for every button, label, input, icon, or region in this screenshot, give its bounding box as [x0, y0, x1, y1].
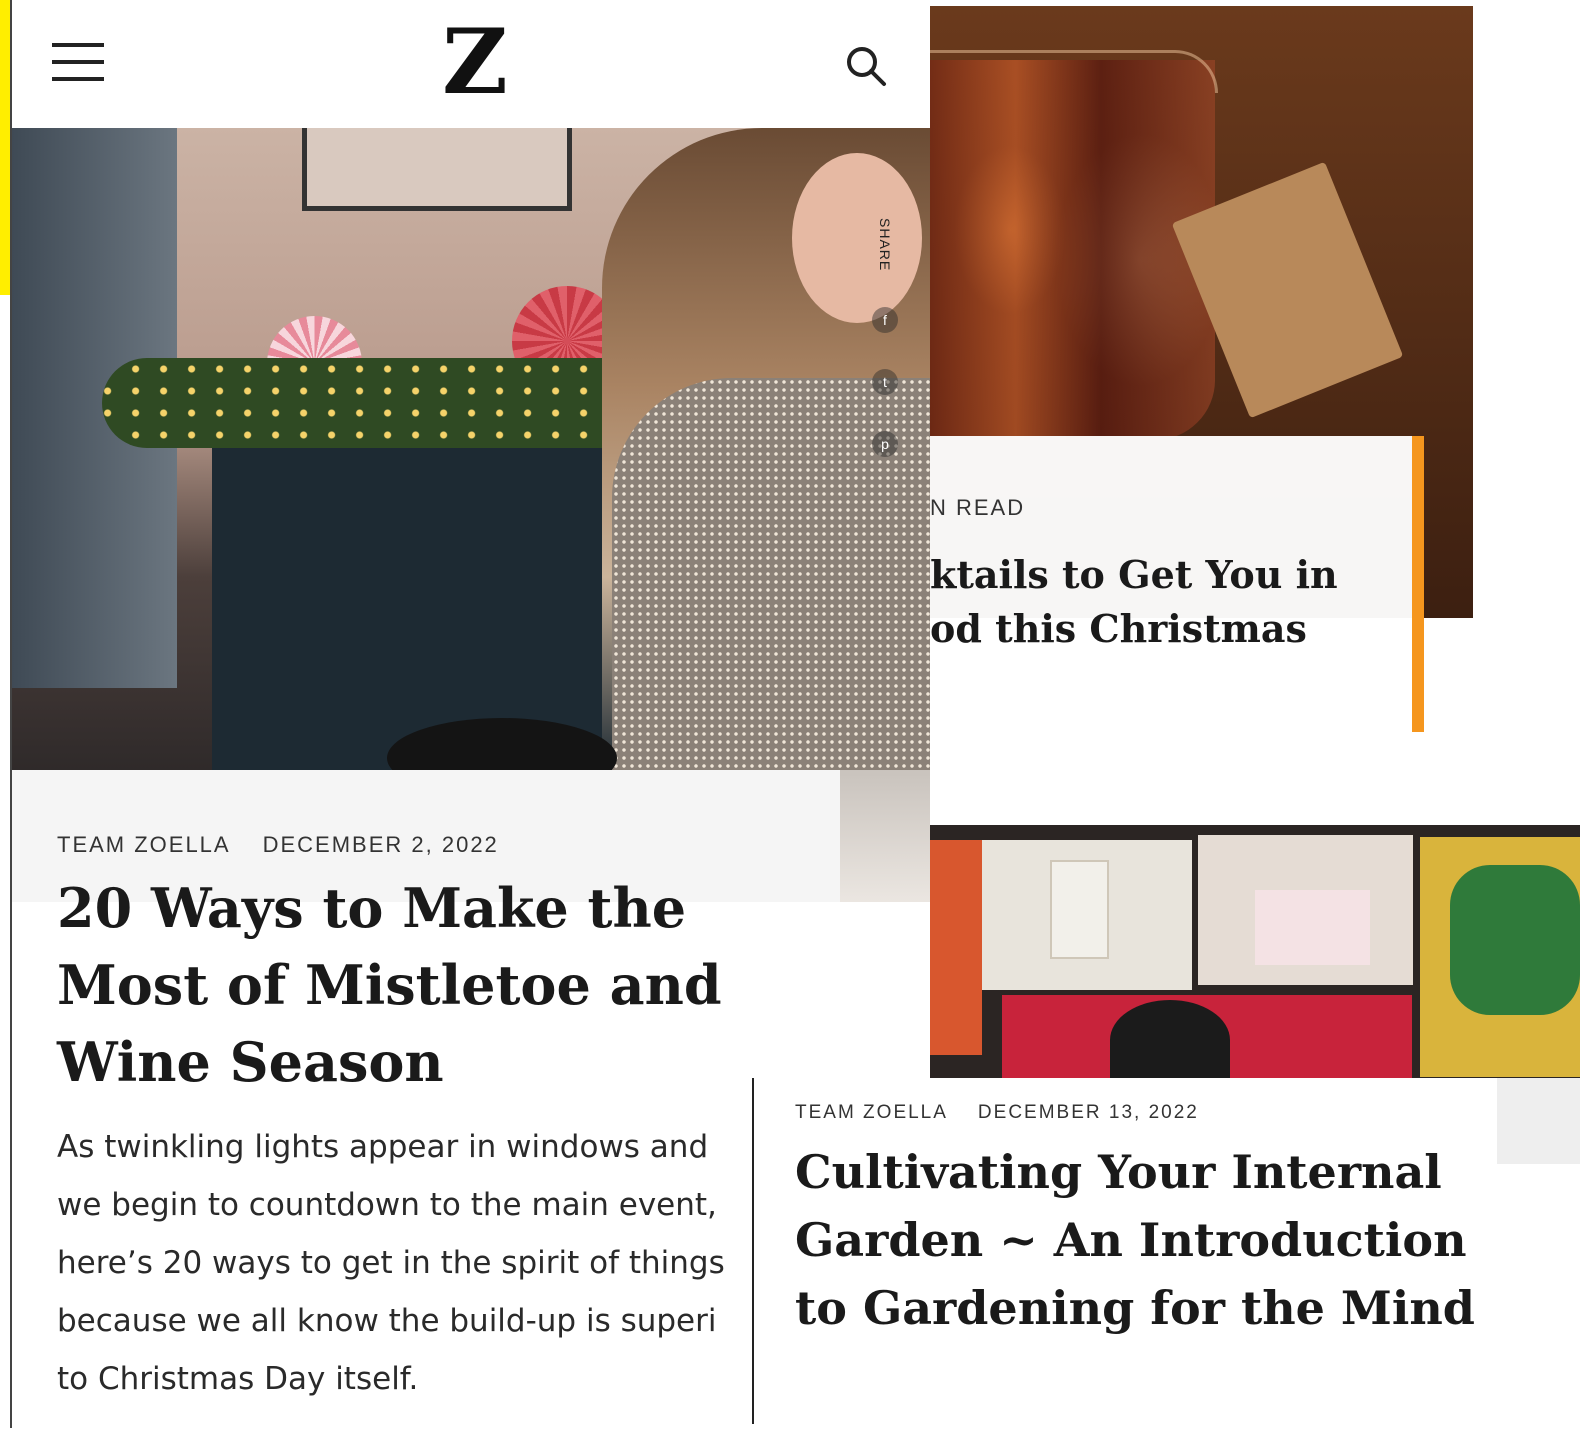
site-logo[interactable]: Z	[440, 12, 510, 112]
hamburger-menu-icon[interactable]	[52, 43, 104, 83]
search-icon[interactable]	[842, 42, 890, 90]
garden-article-author[interactable]: TEAM ZOELLA	[795, 1102, 948, 1124]
garden-card-shadow	[1497, 1078, 1580, 1164]
cocktail-glass-graphic	[930, 60, 1215, 440]
pinterest-icon[interactable]: p	[872, 431, 898, 458]
fireplace-graphic	[212, 438, 632, 770]
facebook-icon[interactable]: f	[872, 307, 898, 334]
garden-article-title[interactable]: Cultivating Your Internal Garden ~ An In…	[795, 1138, 1485, 1342]
garden-article-image[interactable]	[930, 825, 1580, 1078]
main-article-date: DECEMBER 2, 2022	[262, 832, 499, 857]
garland-lights-graphic	[102, 358, 662, 448]
site-header: Z	[12, 0, 930, 128]
main-article-card-edge	[840, 770, 930, 902]
main-article-author[interactable]: TEAM ZOELLA	[57, 832, 231, 858]
cocktail-article-title[interactable]: ktails to Get You in od this Christmas	[930, 548, 1400, 656]
cocktail-accent-bar	[1412, 436, 1424, 732]
share-label: SHARE	[877, 218, 893, 272]
highlight-strip	[0, 0, 10, 295]
cocktail-glass-rim	[930, 50, 1218, 93]
face-graphic	[792, 153, 922, 323]
picture-frame-graphic	[302, 128, 572, 211]
garden-article-date: DECEMBER 13, 2022	[977, 1102, 1199, 1123]
divider-line	[752, 1078, 754, 1424]
twitter-icon[interactable]: t	[872, 369, 898, 396]
main-article-excerpt: As twinkling lights appear in windows an…	[57, 1129, 725, 1397]
garden-article-meta: TEAM ZOELLA DECEMBER 13, 2022	[795, 1102, 1199, 1124]
share-bar: SHARE f t p	[870, 218, 900, 458]
main-article-title[interactable]: 20 Ways to Make the Most of Mistletoe an…	[57, 870, 737, 1101]
cocktail-read-time: N READ	[930, 495, 1026, 520]
main-article-meta: TEAM ZOELLA DECEMBER 2, 2022	[57, 832, 499, 858]
main-article-image[interactable]	[12, 128, 930, 770]
